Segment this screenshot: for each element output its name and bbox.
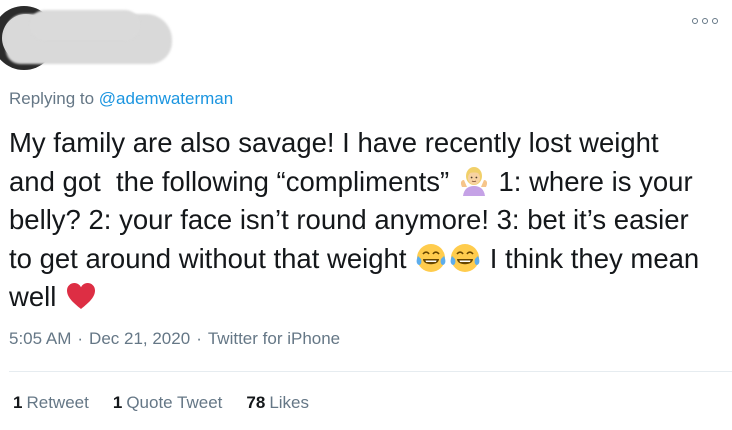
dot [692,18,698,24]
likes-stat[interactable]: 78 Likes [246,393,309,413]
dot [712,18,718,24]
tweet-date[interactable]: Dec 21, 2020 [89,329,190,348]
quote-tweets-stat[interactable]: 1 Quote Tweet [113,393,223,413]
retweets-label: Retweet [26,393,89,412]
meta-separator: · [77,329,84,348]
tweet-stats: 1 Retweet 1 Quote Tweet 78 Likes [13,393,309,413]
redacted-display-name-overlay [30,10,140,40]
person-shrugging-emoji [458,165,490,197]
replying-to-handle-link[interactable]: @ademwaterman [99,89,233,108]
quote-tweets-count: 1 [112,393,123,412]
tweet-text: My family are also savage! I have recent… [9,124,709,317]
red-heart-emoji [65,280,97,312]
tweet-meta: 5:05 AM · Dec 21, 2020 · Twitter for iPhone [9,329,340,349]
meta-separator: · [196,329,202,348]
face-with-tears-of-joy-emoji [449,242,481,274]
dot [702,18,708,24]
retweets-stat[interactable]: 1 Retweet [13,393,89,413]
more-horizontal-icon[interactable] [692,14,718,28]
tweet-time[interactable]: 5:05 AM [9,329,71,348]
replying-to-line: Replying to @ademwaterman [9,89,233,109]
divider [9,371,732,372]
retweets-count: 1 [13,393,23,412]
likes-label: Likes [269,393,310,412]
face-with-tears-of-joy-emoji [415,242,447,274]
replying-to-label: Replying to [9,89,99,108]
likes-count: 78 [246,393,266,412]
quote-tweets-label: Quote Tweet [126,393,223,412]
tweet-source[interactable]: Twitter for iPhone [208,329,340,348]
